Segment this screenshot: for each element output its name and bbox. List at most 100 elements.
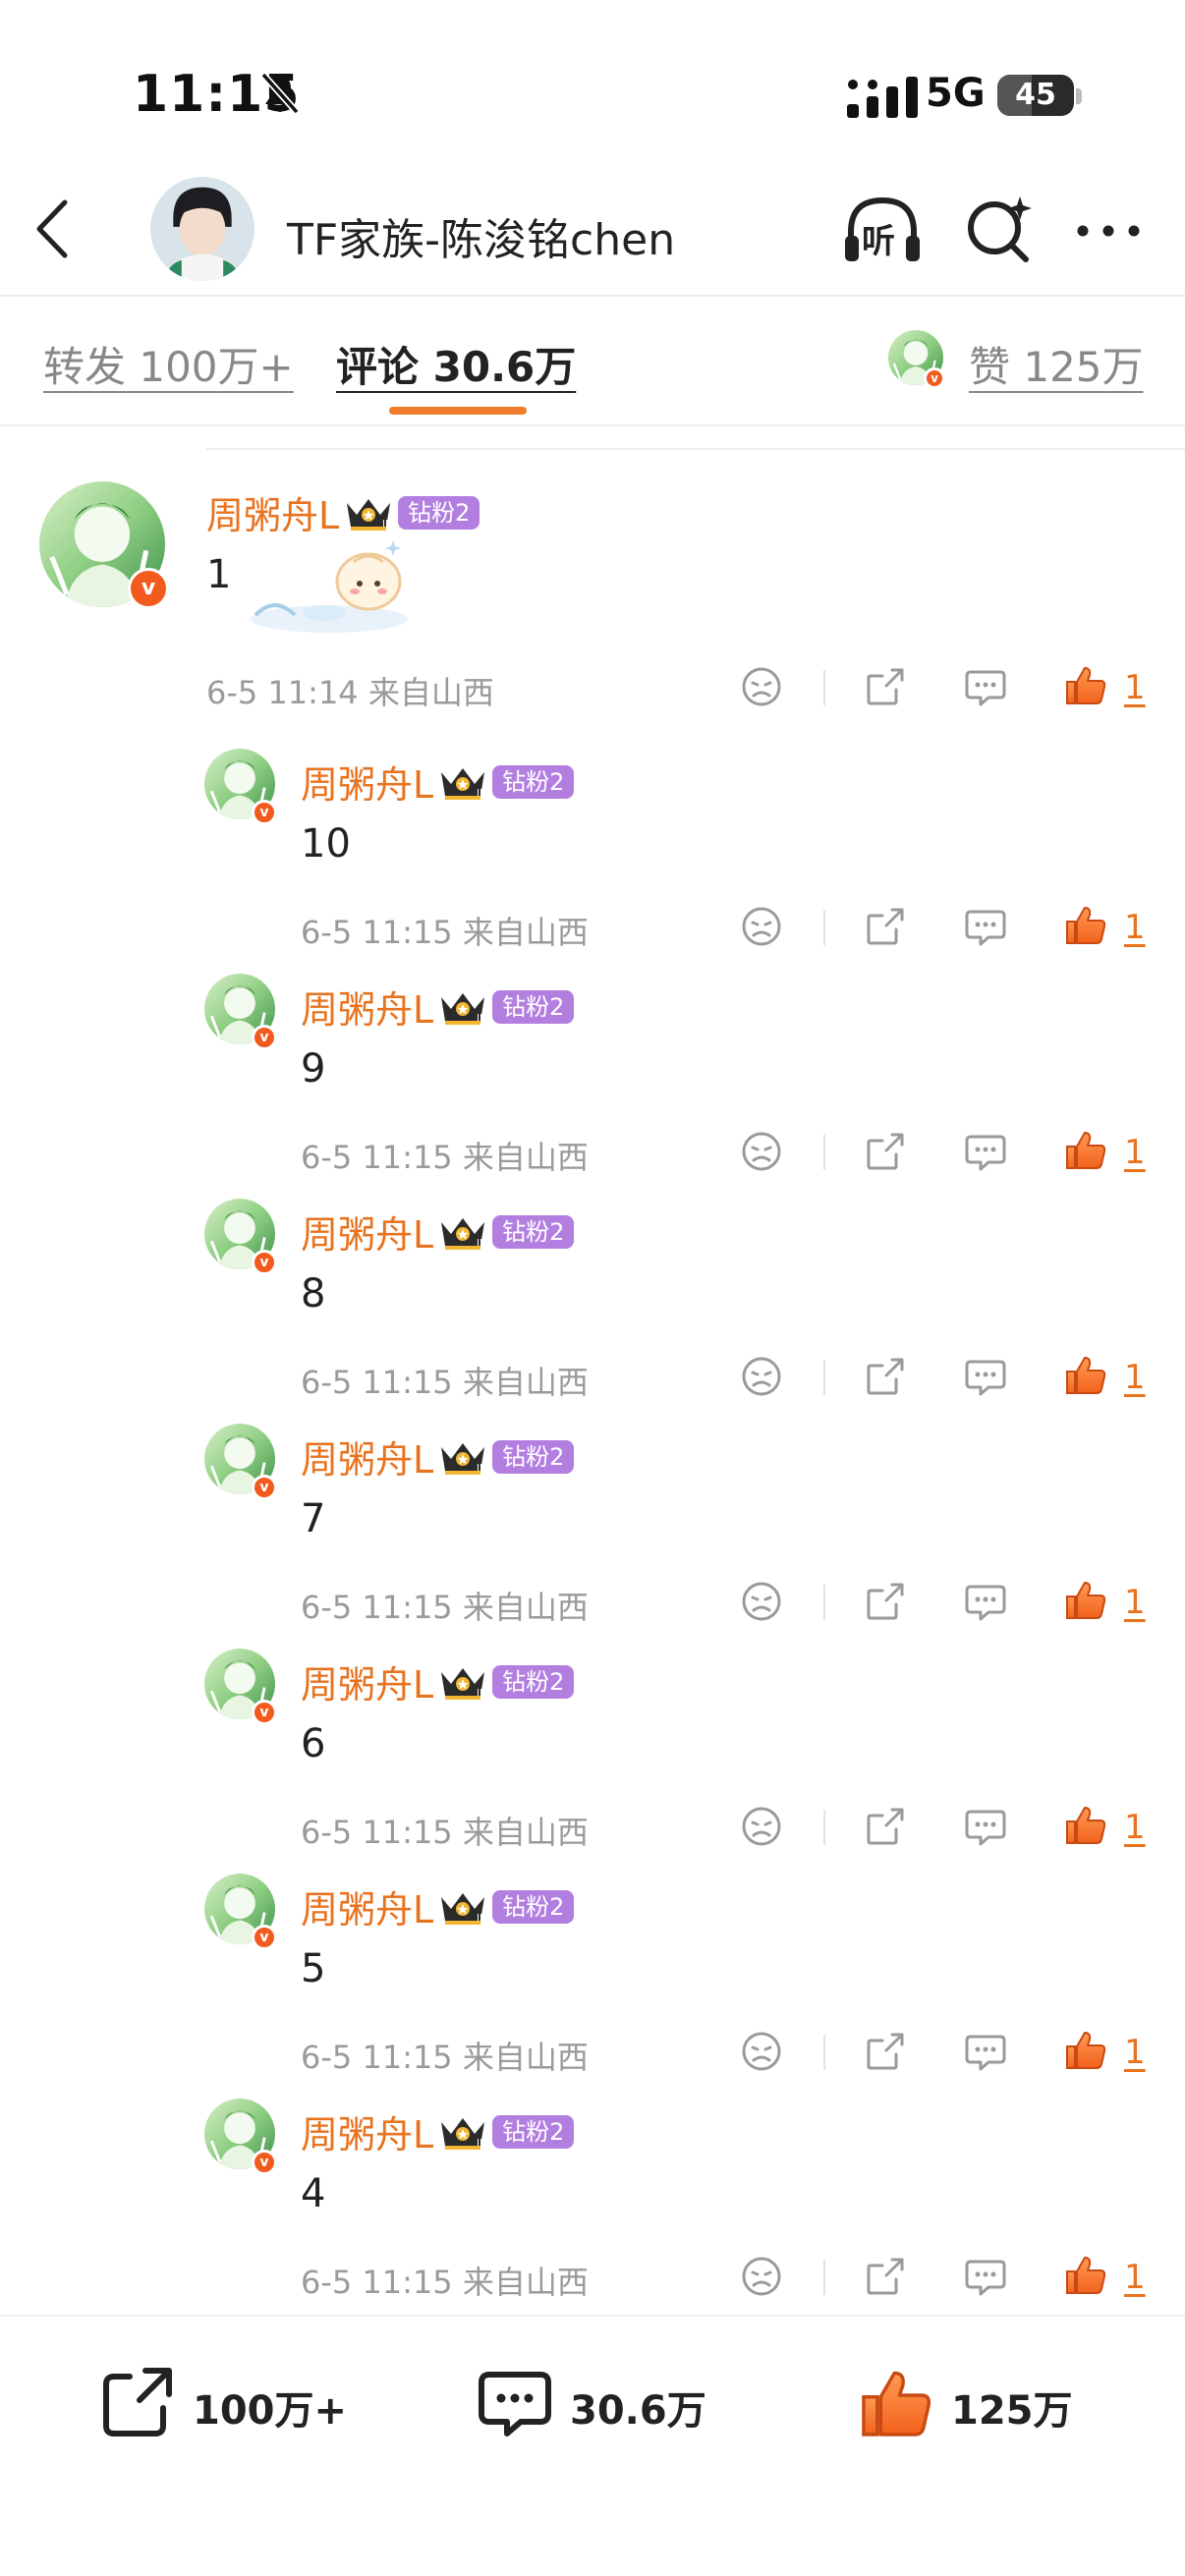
crown-icon <box>437 762 488 802</box>
share-icon[interactable] <box>863 2029 908 2074</box>
like-count[interactable]: 1 <box>1124 1808 1146 1847</box>
action-divider <box>823 1135 825 1170</box>
repost-button[interactable]: 100万+ <box>98 2353 354 2451</box>
like-icon[interactable] <box>1063 1802 1108 1847</box>
verified-badge-icon: v <box>252 1475 277 1500</box>
reply-icon[interactable] <box>963 904 1008 949</box>
dislike-icon[interactable] <box>739 1804 784 1849</box>
battery-tip <box>1076 88 1082 104</box>
crown-icon <box>437 1887 488 1927</box>
dislike-icon[interactable] <box>739 1354 784 1399</box>
dislike-icon[interactable] <box>739 1579 784 1624</box>
action-divider <box>823 670 825 705</box>
reply-icon[interactable] <box>963 2254 1008 2299</box>
back-arrow-icon[interactable] <box>28 196 79 261</box>
like-icon[interactable] <box>1063 2027 1108 2072</box>
action-divider <box>823 1585 825 1620</box>
fan-level-badge: 钻粉2 <box>492 2114 575 2149</box>
reply-icon[interactable] <box>963 1804 1008 1849</box>
username-row: 周粥舟L 钻粉2 <box>301 1879 575 1933</box>
comment-text: 1 <box>206 552 232 597</box>
username[interactable]: 周粥舟L <box>301 755 433 809</box>
share-icon[interactable] <box>863 1579 908 1624</box>
fan-level-badge: 钻粉2 <box>492 1889 575 1924</box>
reply-icon[interactable] <box>963 664 1008 709</box>
like-count[interactable]: 1 <box>1124 2033 1146 2072</box>
share-icon[interactable] <box>863 2254 908 2299</box>
reply-icon[interactable] <box>963 1579 1008 1624</box>
listen-icon[interactable]: 听 <box>841 193 924 267</box>
reply-icon[interactable] <box>963 1129 1008 1174</box>
comment-meta: 6-5 11:14 来自山西 <box>206 674 494 711</box>
dislike-icon[interactable] <box>739 664 784 709</box>
reply-meta: 6-5 11:15 来自山西 <box>301 2264 589 2301</box>
like-count[interactable]: 1 <box>1124 668 1146 707</box>
like-icon[interactable] <box>1063 1127 1108 1172</box>
username[interactable]: 周粥舟L <box>301 1204 433 1259</box>
like-count[interactable]: 1 <box>1124 1358 1146 1397</box>
dislike-icon[interactable] <box>739 2029 784 2074</box>
comment-count: 30.6万 <box>570 2388 706 2434</box>
username[interactable]: 周粥舟L <box>301 980 433 1034</box>
dislike-icon[interactable] <box>739 904 784 949</box>
signal-icon <box>847 77 918 118</box>
like-icon[interactable] <box>1063 1352 1108 1397</box>
reply-meta: 6-5 11:15 来自山西 <box>301 1139 589 1176</box>
reply-icon[interactable] <box>963 2029 1008 2074</box>
share-icon[interactable] <box>863 1354 908 1399</box>
bun-sticker-icon <box>251 540 408 633</box>
username[interactable]: 周粥舟L <box>301 1879 433 1933</box>
author-avatar[interactable] <box>150 177 254 281</box>
share-icon[interactable] <box>863 1804 908 1849</box>
dislike-icon[interactable] <box>739 1129 784 1174</box>
action-divider <box>823 1360 825 1395</box>
username-row: 周粥舟L 钻粉2 <box>301 2104 575 2158</box>
verified-badge-icon: v <box>252 800 277 825</box>
verified-badge-icon: v <box>252 1025 277 1050</box>
more-icon[interactable] <box>1073 206 1144 255</box>
share-icon[interactable] <box>863 904 908 949</box>
like-icon[interactable] <box>1063 902 1108 947</box>
like-icon[interactable] <box>1063 2252 1108 2297</box>
like-count[interactable]: 1 <box>1124 2258 1146 2297</box>
username[interactable]: 周粥舟L <box>301 2104 433 2158</box>
dislike-icon[interactable] <box>739 2254 784 2299</box>
tab-repost[interactable]: 转发 100万+ <box>43 334 294 394</box>
like-count[interactable]: 1 <box>1124 1583 1146 1622</box>
repost-count: 100万+ <box>193 2388 348 2434</box>
comment-icon <box>479 2372 551 2436</box>
username[interactable]: 周粥舟L <box>301 1429 433 1484</box>
network-label: 5G <box>926 71 986 116</box>
verified-badge-icon: v <box>252 1250 277 1275</box>
username-row: 周粥舟L 钻粉2 <box>301 1654 575 1708</box>
reply-text: 6 <box>301 1721 326 1766</box>
tab-indicator <box>389 407 527 415</box>
username-row: 周粥舟L 钻粉2 <box>301 755 575 809</box>
comment-button[interactable]: 30.6万 <box>476 2353 731 2451</box>
action-divider <box>823 1810 825 1845</box>
tab-likes[interactable]: 赞 125万 <box>969 334 1144 394</box>
like-icon[interactable] <box>1063 1577 1108 1622</box>
nav-title[interactable]: TF家族-陈浚铭chen <box>287 204 675 267</box>
username[interactable]: 周粥舟L <box>301 1654 433 1708</box>
action-divider <box>823 2035 825 2070</box>
thumbs-up-icon <box>857 2363 935 2441</box>
like-button[interactable]: 125万 <box>857 2353 1112 2451</box>
share-icon[interactable] <box>863 664 908 709</box>
like-count[interactable]: 1 <box>1124 908 1146 947</box>
share-icon[interactable] <box>863 1129 908 1174</box>
verified-badge-icon: v <box>252 1925 277 1950</box>
reply-text: 7 <box>301 1496 326 1541</box>
fan-level-badge: 钻粉2 <box>492 1214 575 1249</box>
reply-meta: 6-5 11:15 来自山西 <box>301 1364 589 1401</box>
crown-icon <box>437 1662 488 1702</box>
list-top-divider <box>206 448 1185 450</box>
tab-comments[interactable]: 评论 30.6万 <box>336 334 576 394</box>
search-sparkle-icon[interactable] <box>961 193 1038 267</box>
reply-meta: 6-5 11:15 来自山西 <box>301 914 589 951</box>
like-count[interactable]: 1 <box>1124 1133 1146 1172</box>
repost-icon <box>103 2368 172 2436</box>
fan-level-badge: 钻粉2 <box>492 764 575 799</box>
like-icon[interactable] <box>1063 662 1108 707</box>
reply-icon[interactable] <box>963 1354 1008 1399</box>
